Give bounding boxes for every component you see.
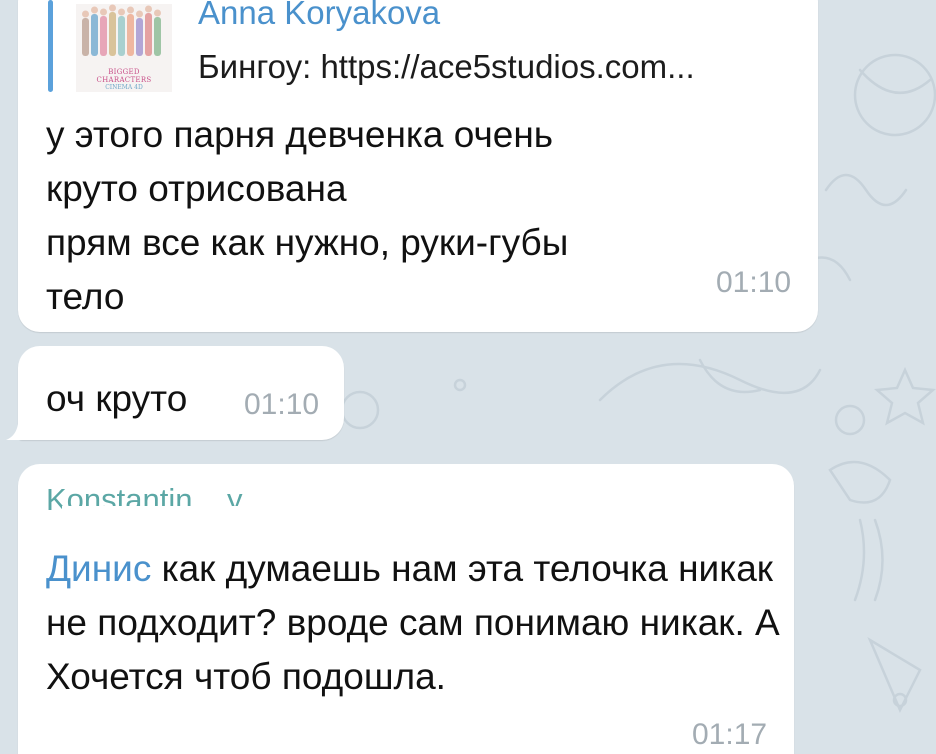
message-time: 01:10 bbox=[716, 266, 792, 299]
message-text: как думаешь нам эта телочка никак не под… bbox=[46, 548, 780, 697]
message-text: у этого парня девченка очень круто отрис… bbox=[46, 114, 569, 317]
reply-thumbnail-image[interactable]: BIGGED CHARACTERS CINEMA 4D bbox=[76, 4, 172, 92]
message-text: оч круто bbox=[46, 378, 188, 419]
mention-link[interactable]: Динис bbox=[46, 548, 151, 589]
message-bubble[interactable]: оч круто 01:10 bbox=[6, 346, 344, 440]
thumbnail-caption: BIGGED CHARACTERS bbox=[96, 68, 152, 84]
bubble-tail bbox=[6, 420, 24, 440]
message-time: 01:17 bbox=[692, 718, 768, 751]
message-text-block: Динис как думаешь нам эта телочка никак … bbox=[46, 542, 786, 704]
reply-indicator-bar bbox=[48, 0, 53, 92]
name-redaction bbox=[62, 506, 502, 536]
reply-author-name[interactable]: Anna Koryakova bbox=[198, 0, 440, 32]
thumbnail-figures-image bbox=[82, 4, 161, 56]
message-time: 01:10 bbox=[244, 388, 320, 421]
thumbnail-subcaption: CINEMA 4D bbox=[105, 84, 143, 91]
reply-preview-text[interactable]: Бингоу: https://ace5studios.com... bbox=[198, 48, 695, 86]
message-bubble[interactable]: Konstantin ...y Динис как думаешь нам эт… bbox=[18, 464, 794, 754]
message-bubble[interactable]: BIGGED CHARACTERS CINEMA 4D Anna Koryako… bbox=[18, 0, 818, 332]
